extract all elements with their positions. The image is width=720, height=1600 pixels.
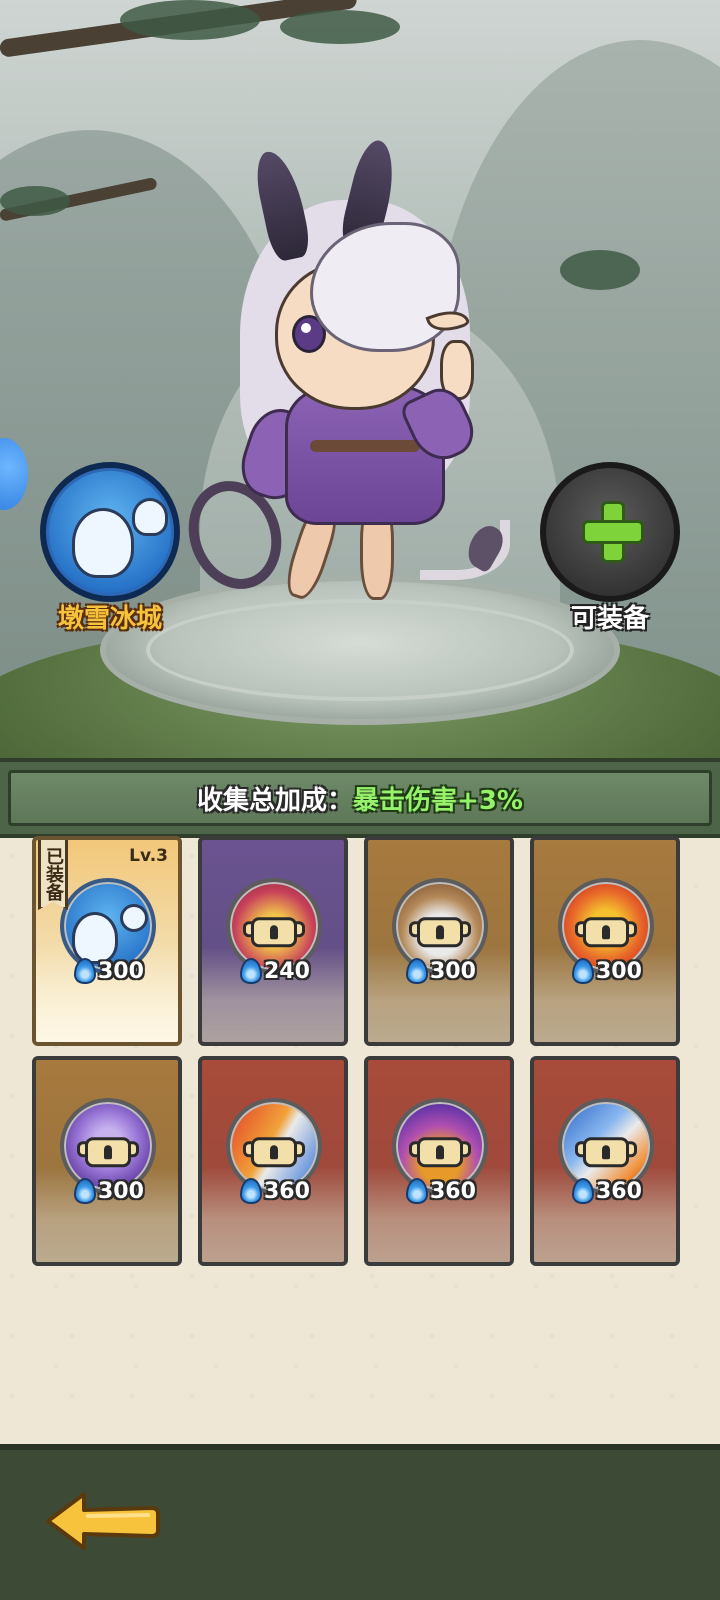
back-button[interactable] bbox=[44, 1490, 160, 1552]
cost-value: 300 bbox=[430, 958, 476, 984]
pet-card-locked[interactable]: 360 bbox=[198, 1056, 348, 1266]
pet-card[interactable]: 已装备 Lv.3 300 bbox=[32, 836, 182, 1046]
pet-card-locked[interactable]: 300 bbox=[530, 836, 680, 1046]
blue-flame-icon bbox=[572, 958, 594, 984]
pet-name-label: 墩雪冰城 bbox=[57, 604, 162, 634]
lock-icon bbox=[243, 909, 305, 949]
bonus-value: 暴击伤害+3% bbox=[353, 785, 523, 816]
cost-value: 360 bbox=[430, 1178, 476, 1204]
cost-badge: 300 bbox=[572, 956, 642, 986]
pet-card-locked[interactable]: 360 bbox=[530, 1056, 680, 1266]
leaves bbox=[0, 186, 70, 216]
lock-icon bbox=[243, 1129, 305, 1169]
cost-value: 360 bbox=[596, 1178, 642, 1204]
blue-flame-icon bbox=[406, 958, 428, 984]
leaves bbox=[280, 10, 400, 44]
cost-value: 360 bbox=[264, 1178, 310, 1204]
cost-badge: 300 bbox=[406, 956, 476, 986]
lock-icon bbox=[575, 1129, 637, 1169]
cost-value: 300 bbox=[596, 958, 642, 984]
cost-badge: 300 bbox=[74, 1176, 144, 1206]
hero-scene: 墩雪冰城 可装备 bbox=[0, 0, 720, 760]
pet-card-locked[interactable]: 300 bbox=[32, 1056, 182, 1266]
pet-slot-button[interactable] bbox=[40, 462, 180, 602]
blue-flame-icon bbox=[74, 1178, 96, 1204]
cost-badge: 360 bbox=[240, 1176, 310, 1206]
equipped-tag: 已装备 bbox=[38, 840, 68, 910]
pet-card-locked[interactable]: 300 bbox=[364, 836, 514, 1046]
lock-icon bbox=[77, 1129, 139, 1169]
bonus-label: 收集总加成： bbox=[197, 785, 354, 816]
leaves bbox=[560, 250, 640, 290]
collection-bonus-bar: 收集总加成： 暴击伤害+3% bbox=[0, 758, 720, 838]
blue-flame-icon bbox=[240, 958, 262, 984]
equip-slot-button[interactable] bbox=[540, 462, 680, 602]
ice-ghost-small-icon bbox=[120, 904, 148, 932]
pet-collection-grid: 已装备 Lv.3 300 240 300 300 300 360 360 360 bbox=[0, 836, 720, 1444]
equip-slot-label: 可装备 bbox=[570, 604, 649, 634]
back-arrow-icon bbox=[46, 1492, 160, 1550]
cost-badge: 300 bbox=[74, 956, 144, 986]
blue-flame-icon bbox=[240, 1178, 262, 1204]
leaves bbox=[120, 0, 260, 40]
cost-badge: 240 bbox=[240, 956, 310, 986]
ice-ghost-icon bbox=[72, 508, 134, 578]
cost-value: 300 bbox=[98, 958, 144, 984]
bottom-bar bbox=[0, 1444, 720, 1600]
lock-icon bbox=[409, 909, 471, 949]
pet-card-locked[interactable]: 240 bbox=[198, 836, 348, 1046]
plus-icon bbox=[582, 501, 644, 564]
pet-card-locked[interactable]: 360 bbox=[364, 1056, 514, 1266]
hero-belt bbox=[310, 440, 420, 452]
hero-character bbox=[173, 136, 520, 620]
ice-ghost-small-icon bbox=[132, 498, 168, 536]
blue-flame-icon bbox=[572, 1178, 594, 1204]
cost-badge: 360 bbox=[406, 1176, 476, 1206]
cost-value: 240 bbox=[264, 958, 310, 984]
collection-bonus-panel: 收集总加成： 暴击伤害+3% bbox=[8, 770, 712, 826]
level-badge: Lv.3 bbox=[129, 846, 168, 866]
hero-horn-left bbox=[251, 147, 313, 263]
blue-flame-icon bbox=[406, 1178, 428, 1204]
cost-badge: 360 bbox=[572, 1176, 642, 1206]
blue-flame-icon bbox=[74, 958, 96, 984]
lock-icon bbox=[575, 909, 637, 949]
lock-icon bbox=[409, 1129, 471, 1169]
cost-value: 300 bbox=[98, 1178, 144, 1204]
